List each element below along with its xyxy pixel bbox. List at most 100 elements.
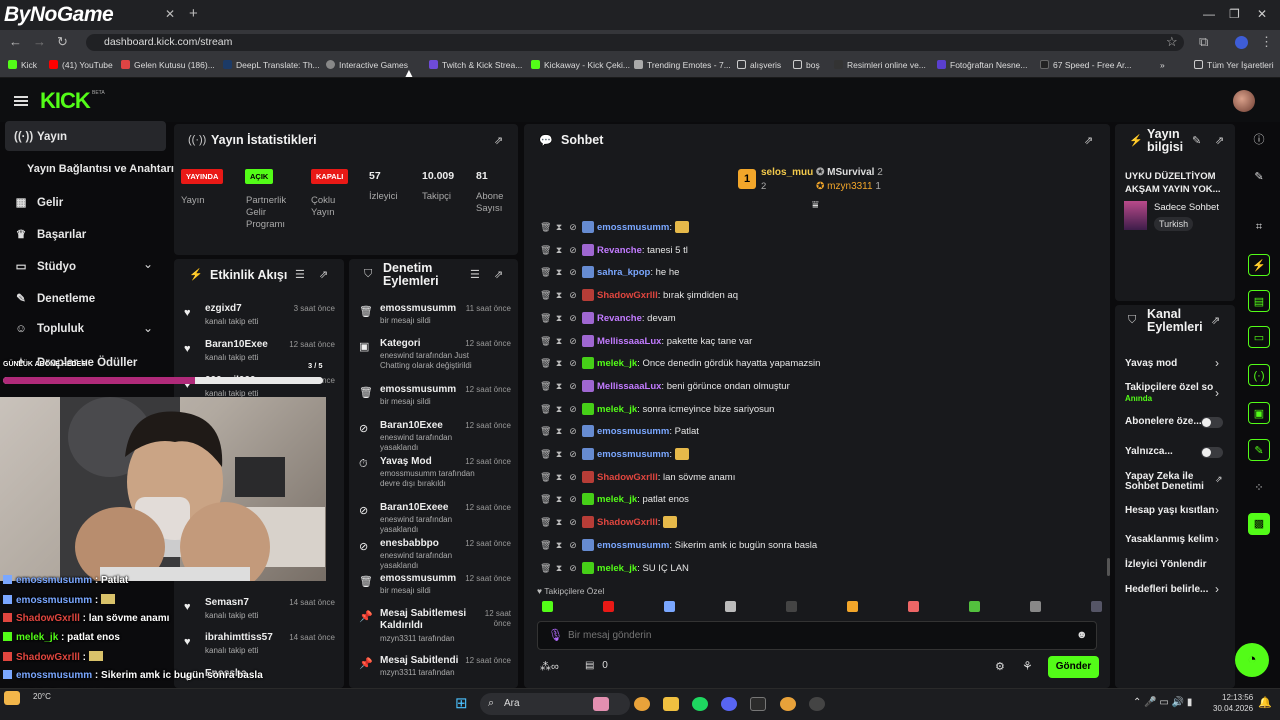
star-icon[interactable]: ☆ [1166,34,1178,50]
chat-input[interactable] [568,627,1058,643]
moderation-name[interactable]: Baran10Exeee [380,502,448,513]
bookmark-item[interactable]: Twitch & Kick Strea... [429,60,522,70]
top-gifter-name[interactable]: ✪ MSurvival 2 [816,167,883,178]
moderation-name[interactable]: Mesaj Sabitlemesi Kaldırıldı [380,608,480,632]
chat-username[interactable]: MellissaaaLux [597,381,661,392]
action-banned-words[interactable]: Yasaklanmış kelim [1125,534,1213,545]
timeout-icon[interactable]: ⧗ [554,540,564,551]
timeout-icon[interactable]: ⧗ [554,381,564,392]
profile-icon[interactable] [1235,36,1248,49]
chat-username[interactable]: sahra_kpop [597,267,650,278]
timeout-icon[interactable]: ⧗ [554,313,564,324]
timeout-icon[interactable]: ⧗ [554,449,564,460]
bookmark-item[interactable]: Trending Emotes - 7... [634,60,731,70]
chat-username[interactable]: emossmusumm [597,449,669,460]
chevron-right-icon[interactable]: › [1215,532,1219,546]
emote-icon[interactable] [786,601,797,612]
action-account-age[interactable]: Hesap yaşı kısıtlan [1125,505,1215,516]
bot-icon[interactable]: ⚘ [1022,659,1033,673]
emote-icon[interactable] [603,601,614,612]
moderation-name[interactable]: Kategori [380,338,421,349]
delete-icon[interactable]: 🗑 [540,222,551,233]
chevron-right-icon[interactable]: › [1215,386,1219,400]
all-bookmarks[interactable]: Tüm Yer İşaretleri [1194,60,1274,70]
bolt-icon[interactable]: ⚡ [1248,254,1270,276]
activity-name[interactable]: ezgixd7 [205,303,242,314]
app-icon[interactable]: ▩ [1248,513,1270,535]
action-goals[interactable]: Hedefleri belirle... [1125,584,1208,595]
timeout-icon[interactable]: ⧗ [554,222,564,233]
chat-username[interactable]: emossmusumm [597,426,669,437]
emote-icon[interactable] [1091,601,1102,612]
emote-icon[interactable] [725,601,736,612]
bookmark-item[interactable]: Fotoğraftan Nesne... [937,60,1028,70]
file-explorer-icon[interactable] [663,697,679,711]
emoji-icon[interactable]: ☻ [1076,629,1088,641]
moderation-name[interactable]: Baran10Exee [380,420,443,431]
bookmark-item[interactable]: Kick [8,60,37,70]
timeout-icon[interactable]: ⧗ [554,290,564,301]
bookmark-item[interactable]: Interactive Games [326,60,408,70]
points-icon[interactable]: ⁂∞ [540,660,559,673]
moderation-name[interactable]: enesbabbpo [380,538,439,549]
menu-icon[interactable]: ⋮ [1260,34,1273,50]
moderation-name[interactable]: Mesaj Sabitlendi [380,655,458,666]
ban-icon[interactable]: ⊘ [568,563,578,574]
chat-username[interactable]: emossmusumm [597,222,669,233]
emote-icon[interactable] [1030,601,1041,612]
sub-only-toggle[interactable] [1201,417,1223,428]
sidebar-item-gelir[interactable]: ▦ Gelir [14,195,64,209]
ban-icon[interactable]: ⊘ [568,313,578,324]
back-icon[interactable]: ← [9,34,22,49]
delete-icon[interactable]: 🗑 [540,540,551,551]
support-icon[interactable]: ◔ [1235,643,1269,677]
ban-icon[interactable]: ⊘ [568,381,578,392]
minimize-icon[interactable]: — [1203,7,1215,21]
user-avatar[interactable] [1233,90,1255,112]
moderation-name[interactable]: emossmusumm [380,384,456,395]
url-field[interactable]: dashboard.kick.com/stream [86,34,1184,51]
ban-icon[interactable]: ⊘ [568,449,578,460]
action-sub-only[interactable]: Abonelere öze... [1125,416,1202,427]
delete-icon[interactable]: 🗑 [540,404,551,415]
chrome-icon[interactable] [634,697,650,711]
delete-icon[interactable]: 🗑 [540,245,551,256]
server-icon[interactable]: ▣ [1248,402,1270,424]
top-gifter-name[interactable]: selos_muu [761,167,813,178]
gift-count[interactable]: ▤ 0 [585,660,608,671]
ban-icon[interactable]: ⊘ [568,290,578,301]
bookmark-folder[interactable]: boş [793,60,820,70]
chat-username[interactable]: melek_jk [597,563,637,574]
bookmark-item[interactable]: DeepL Translate: Th... [223,60,320,70]
maximize-icon[interactable]: ❐ [1229,7,1240,21]
chat-username[interactable]: emossmusumm [597,540,669,551]
popout-icon[interactable]: ⇗ [1211,314,1220,327]
top-gifter-name[interactable]: ✪ mzyn3311 1 [816,181,881,192]
clipboard-icon[interactable]: ▤ [1248,290,1270,312]
timeout-icon[interactable]: ⧗ [554,494,564,505]
sidebar-item-basarilar[interactable]: ♛ Başarılar [14,227,86,241]
chat-username[interactable]: Revanche [597,245,642,256]
spotify-icon[interactable] [692,697,708,711]
delete-icon[interactable]: 🗑 [540,472,551,483]
chat-scrollbar[interactable] [1107,558,1110,576]
bookmark-folder[interactable]: alışveris [737,60,781,70]
activity-name[interactable]: ibrahimttiss57 [205,632,273,643]
ban-icon[interactable]: ⊘ [568,404,578,415]
ban-icon[interactable]: ⊘ [568,267,578,278]
chat-username[interactable]: ShadowGxrlll [597,290,658,301]
kick-logo[interactable]: KICK [40,88,91,114]
bookmark-item[interactable]: (41) YouTube [49,60,113,70]
timeout-icon[interactable]: ⧗ [554,245,564,256]
crop-icon[interactable]: ⌗ [1248,216,1270,238]
delete-icon[interactable]: 🗑 [540,426,551,437]
chat-username[interactable]: Revanche [597,313,642,324]
chevron-down-icon[interactable]: ⌄ [143,257,153,271]
timeout-icon[interactable]: ⧗ [554,358,564,369]
chat-username[interactable]: melek_jk [597,404,637,415]
activity-name[interactable]: Baran10Exee [205,339,268,350]
delete-icon[interactable]: 🗑 [540,449,551,460]
delete-icon[interactable]: 🗑 [540,267,551,278]
bookmark-item[interactable]: 67 Speed - Free Ar... [1040,60,1131,70]
category-name[interactable]: Sadece Sohbet [1154,202,1219,213]
